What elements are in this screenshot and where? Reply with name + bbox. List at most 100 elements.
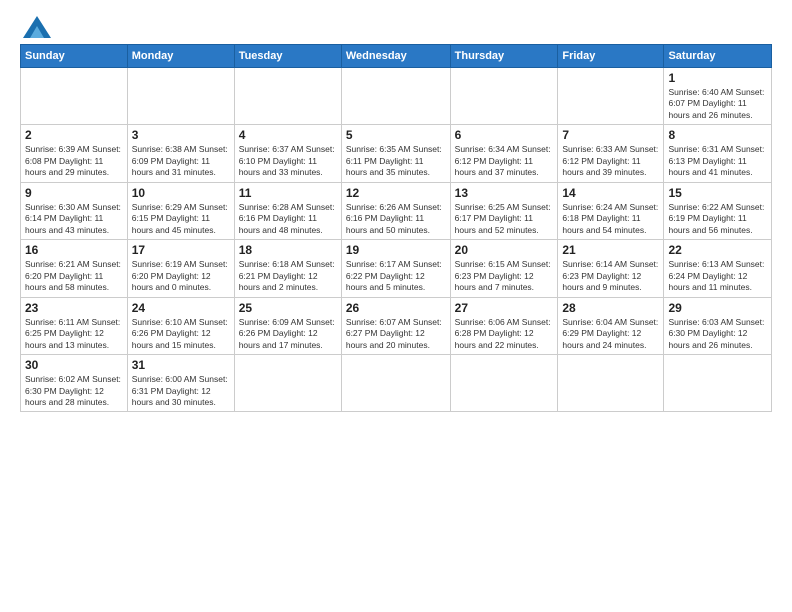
day-number: 7 — [562, 128, 659, 142]
calendar-table: SundayMondayTuesdayWednesdayThursdayFrid… — [20, 44, 772, 412]
day-number: 21 — [562, 243, 659, 257]
weekday-header-friday: Friday — [558, 45, 664, 68]
calendar-cell: 28 Sunrise: 6:04 AM Sunset: 6:29 PM Dayli… — [558, 297, 664, 354]
calendar-cell: 22 Sunrise: 6:13 AM Sunset: 6:24 PM Dayli… — [664, 240, 772, 297]
day-info: Sunrise: 6:29 AM Sunset: 6:15 PM Dayligh… — [132, 202, 230, 236]
calendar-cell: 12 Sunrise: 6:26 AM Sunset: 6:16 PM Dayli… — [341, 182, 450, 239]
calendar-cell: 6 Sunrise: 6:34 AM Sunset: 6:12 PM Daylig… — [450, 125, 558, 182]
day-info: Sunrise: 6:26 AM Sunset: 6:16 PM Dayligh… — [346, 202, 446, 236]
calendar-week-6: 30Sunrise: 6:02 AM Sunset: 6:30 PM Dayli… — [21, 355, 772, 412]
day-number: 28 — [562, 301, 659, 315]
calendar-cell — [341, 355, 450, 412]
calendar-cell: 20 Sunrise: 6:15 AM Sunset: 6:23 PM Dayli… — [450, 240, 558, 297]
day-number: 3 — [132, 128, 230, 142]
calendar-cell: 8 Sunrise: 6:31 AM Sunset: 6:13 PM Daylig… — [664, 125, 772, 182]
day-number: 10 — [132, 186, 230, 200]
calendar-cell: 2 Sunrise: 6:39 AM Sunset: 6:08 PM Daylig… — [21, 125, 128, 182]
logo-area — [20, 16, 51, 38]
day-info: Sunrise: 6:06 AM Sunset: 6:28 PM Dayligh… — [455, 317, 554, 351]
weekday-header-tuesday: Tuesday — [234, 45, 341, 68]
day-number: 26 — [346, 301, 446, 315]
logo-icon — [23, 16, 51, 38]
day-number: 11 — [239, 186, 337, 200]
calendar-cell: 15 Sunrise: 6:22 AM Sunset: 6:19 PM Dayli… — [664, 182, 772, 239]
day-info: Sunrise: 6:34 AM Sunset: 6:12 PM Dayligh… — [455, 144, 554, 178]
day-info: Sunrise: 6:25 AM Sunset: 6:17 PM Dayligh… — [455, 202, 554, 236]
day-info: Sunrise: 6:21 AM Sunset: 6:20 PM Dayligh… — [25, 259, 123, 293]
day-number: 15 — [668, 186, 767, 200]
calendar-cell: 18 Sunrise: 6:18 AM Sunset: 6:21 PM Dayli… — [234, 240, 341, 297]
day-info: Sunrise: 6:39 AM Sunset: 6:08 PM Dayligh… — [25, 144, 123, 178]
day-number: 2 — [25, 128, 123, 142]
day-info: Sunrise: 6:30 AM Sunset: 6:14 PM Dayligh… — [25, 202, 123, 236]
calendar-cell: 26 Sunrise: 6:07 AM Sunset: 6:27 PM Dayli… — [341, 297, 450, 354]
weekday-header-row: SundayMondayTuesdayWednesdayThursdayFrid… — [21, 45, 772, 68]
calendar-cell — [234, 68, 341, 125]
calendar-cell — [664, 355, 772, 412]
calendar-cell: 3 Sunrise: 6:38 AM Sunset: 6:09 PM Daylig… — [127, 125, 234, 182]
calendar-cell: 1 Sunrise: 6:40 AM Sunset: 6:07 PM Daylig… — [664, 68, 772, 125]
logo — [20, 16, 51, 38]
day-info: Sunrise: 6:09 AM Sunset: 6:26 PM Dayligh… — [239, 317, 337, 351]
calendar-week-1: 1 Sunrise: 6:40 AM Sunset: 6:07 PM Daylig… — [21, 68, 772, 125]
calendar-cell — [450, 68, 558, 125]
day-info: Sunrise: 6:18 AM Sunset: 6:21 PM Dayligh… — [239, 259, 337, 293]
day-number: 19 — [346, 243, 446, 257]
day-info: Sunrise: 6:14 AM Sunset: 6:23 PM Dayligh… — [562, 259, 659, 293]
calendar-cell: 11 Sunrise: 6:28 AM Sunset: 6:16 PM Dayli… — [234, 182, 341, 239]
calendar-cell — [558, 355, 664, 412]
day-number: 18 — [239, 243, 337, 257]
day-info: Sunrise: 6:19 AM Sunset: 6:20 PM Dayligh… — [132, 259, 230, 293]
weekday-header-thursday: Thursday — [450, 45, 558, 68]
day-number: 22 — [668, 243, 767, 257]
calendar-cell — [127, 68, 234, 125]
day-info: Sunrise: 6:17 AM Sunset: 6:22 PM Dayligh… — [346, 259, 446, 293]
day-info: Sunrise: 6:22 AM Sunset: 6:19 PM Dayligh… — [668, 202, 767, 236]
day-info: Sunrise: 6:07 AM Sunset: 6:27 PM Dayligh… — [346, 317, 446, 351]
calendar-cell: 24Sunrise: 6:10 AM Sunset: 6:26 PM Dayli… — [127, 297, 234, 354]
day-info: Sunrise: 6:35 AM Sunset: 6:11 PM Dayligh… — [346, 144, 446, 178]
day-number: 31 — [132, 358, 230, 372]
day-number: 24 — [132, 301, 230, 315]
calendar-cell: 19 Sunrise: 6:17 AM Sunset: 6:22 PM Dayli… — [341, 240, 450, 297]
weekday-header-saturday: Saturday — [664, 45, 772, 68]
calendar-cell — [234, 355, 341, 412]
day-number: 23 — [25, 301, 123, 315]
day-info: Sunrise: 6:11 AM Sunset: 6:25 PM Dayligh… — [25, 317, 123, 351]
day-number: 29 — [668, 301, 767, 315]
calendar-cell — [21, 68, 128, 125]
day-info: Sunrise: 6:28 AM Sunset: 6:16 PM Dayligh… — [239, 202, 337, 236]
day-number: 1 — [668, 71, 767, 85]
day-number: 17 — [132, 243, 230, 257]
weekday-header-monday: Monday — [127, 45, 234, 68]
header — [20, 16, 772, 38]
day-info: Sunrise: 6:15 AM Sunset: 6:23 PM Dayligh… — [455, 259, 554, 293]
day-info: Sunrise: 6:04 AM Sunset: 6:29 PM Dayligh… — [562, 317, 659, 351]
calendar-cell: 23 Sunrise: 6:11 AM Sunset: 6:25 PM Dayli… — [21, 297, 128, 354]
day-number: 25 — [239, 301, 337, 315]
calendar-cell: 31Sunrise: 6:00 AM Sunset: 6:31 PM Dayli… — [127, 355, 234, 412]
day-number: 8 — [668, 128, 767, 142]
day-number: 16 — [25, 243, 123, 257]
calendar-cell — [341, 68, 450, 125]
day-info: Sunrise: 6:38 AM Sunset: 6:09 PM Dayligh… — [132, 144, 230, 178]
page: SundayMondayTuesdayWednesdayThursdayFrid… — [0, 0, 792, 612]
calendar-cell: 30Sunrise: 6:02 AM Sunset: 6:30 PM Dayli… — [21, 355, 128, 412]
day-number: 20 — [455, 243, 554, 257]
calendar-cell: 13Sunrise: 6:25 AM Sunset: 6:17 PM Dayli… — [450, 182, 558, 239]
calendar-week-5: 23 Sunrise: 6:11 AM Sunset: 6:25 PM Dayli… — [21, 297, 772, 354]
day-number: 6 — [455, 128, 554, 142]
day-number: 12 — [346, 186, 446, 200]
calendar-cell — [450, 355, 558, 412]
day-info: Sunrise: 6:31 AM Sunset: 6:13 PM Dayligh… — [668, 144, 767, 178]
day-number: 14 — [562, 186, 659, 200]
calendar-cell: 21 Sunrise: 6:14 AM Sunset: 6:23 PM Dayli… — [558, 240, 664, 297]
calendar-cell: 5 Sunrise: 6:35 AM Sunset: 6:11 PM Daylig… — [341, 125, 450, 182]
day-info: Sunrise: 6:13 AM Sunset: 6:24 PM Dayligh… — [668, 259, 767, 293]
day-info: Sunrise: 6:40 AM Sunset: 6:07 PM Dayligh… — [668, 87, 767, 121]
calendar-cell: 14Sunrise: 6:24 AM Sunset: 6:18 PM Dayli… — [558, 182, 664, 239]
calendar-week-2: 2 Sunrise: 6:39 AM Sunset: 6:08 PM Daylig… — [21, 125, 772, 182]
day-number: 30 — [25, 358, 123, 372]
day-number: 9 — [25, 186, 123, 200]
day-number: 5 — [346, 128, 446, 142]
